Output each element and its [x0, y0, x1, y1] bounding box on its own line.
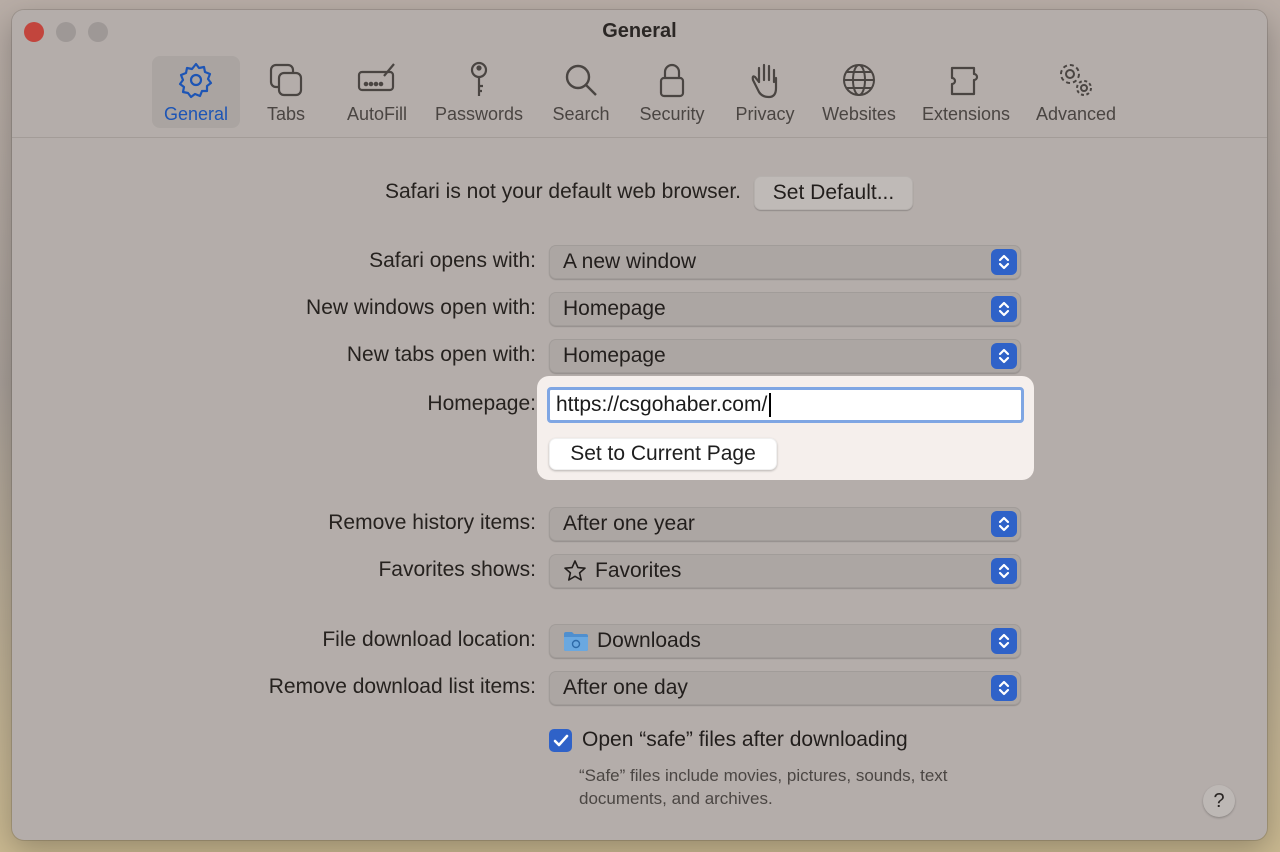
default-browser-text: Safari is not your default web browser.: [384, 180, 741, 203]
tab-label: General: [163, 104, 229, 124]
tab-label: Privacy: [735, 104, 795, 124]
remove-history-label: Remove history items:: [328, 511, 536, 534]
hand-icon: [751, 63, 778, 99]
tab-label: Extensions: [921, 104, 1011, 124]
general-pane: Safari is not your default web browser. …: [12, 138, 1267, 840]
tab-label: Tabs: [266, 104, 306, 124]
popup-value: Favorites: [563, 559, 681, 583]
popup-value: After one year: [563, 512, 695, 535]
new-tabs-label: New tabs open with:: [346, 343, 536, 366]
tab-tabs[interactable]: Tabs: [252, 56, 320, 128]
download-location-popup[interactable]: Downloads: [549, 624, 1021, 658]
tab-privacy[interactable]: Privacy: [728, 56, 802, 128]
remove-downloads-popup[interactable]: After one day: [549, 671, 1021, 705]
tab-label: Search: [552, 104, 610, 124]
favorites-shows-label: Favorites shows:: [378, 558, 536, 581]
chevron-up-down-icon: [991, 249, 1017, 275]
tab-label: Advanced: [1035, 104, 1117, 124]
puzzle-icon: [950, 66, 979, 96]
tab-label: Websites: [822, 104, 896, 124]
open-safe-files-checkbox[interactable]: [549, 729, 572, 752]
tab-passwords[interactable]: Passwords: [429, 56, 529, 128]
window-title: General: [602, 20, 677, 42]
gear-icon: [178, 62, 213, 99]
preferences-window: General General Tabs AutoFill Passwords …: [12, 10, 1267, 840]
autofill-icon: [357, 63, 395, 92]
popup-value: A new window: [563, 250, 697, 273]
remove-history-popup[interactable]: After one year: [549, 507, 1021, 541]
magnifier-icon: [565, 64, 597, 96]
tab-search[interactable]: Search: [548, 56, 614, 128]
preferences-toolbar: General Tabs AutoFill Passwords Search S…: [12, 56, 1267, 132]
popup-value: After one day: [563, 676, 688, 699]
popup-value: Downloads: [563, 629, 701, 653]
titlebar: General General Tabs AutoFill Passwords …: [12, 10, 1267, 138]
set-default-button[interactable]: Set Default...: [754, 176, 913, 210]
chevron-up-down-icon: [991, 628, 1017, 654]
set-to-current-page-button[interactable]: Set to Current Page: [549, 438, 777, 470]
new-tabs-popup[interactable]: Homepage: [549, 339, 1021, 373]
chevron-up-down-icon: [991, 558, 1017, 584]
globe-icon: [843, 64, 875, 96]
download-location-label: File download location:: [322, 628, 536, 651]
new-windows-label: New windows open with:: [306, 296, 536, 319]
chevron-up-down-icon: [991, 511, 1017, 537]
downloads-value: Downloads: [597, 629, 701, 652]
lock-icon: [659, 63, 685, 98]
safe-files-note: “Safe” files include movies, pictures, s…: [579, 766, 948, 808]
chevron-up-down-icon: [991, 675, 1017, 701]
tab-extensions[interactable]: Extensions: [916, 56, 1016, 128]
tab-label: Security: [639, 104, 705, 124]
homepage-url-input[interactable]: https://csgohaber.com/: [547, 387, 1024, 423]
homepage-url-value: https://csgohaber.com/: [556, 393, 768, 416]
tab-label: Passwords: [434, 104, 524, 124]
key-icon: [470, 61, 488, 96]
chevron-up-down-icon: [991, 296, 1017, 322]
remove-downloads-label: Remove download list items:: [268, 675, 536, 698]
text-caret: [769, 393, 772, 417]
tabs-icon: [269, 63, 303, 97]
tab-advanced[interactable]: Advanced: [1028, 56, 1124, 128]
help-button[interactable]: ?: [1203, 785, 1235, 817]
new-windows-popup[interactable]: Homepage: [549, 292, 1021, 326]
chevron-up-down-icon: [991, 343, 1017, 369]
safari-opens-label: Safari opens with:: [369, 249, 536, 272]
open-safe-files-label[interactable]: Open “safe” files after downloading: [582, 728, 908, 752]
star-icon: [564, 560, 586, 581]
homepage-label: Homepage:: [427, 392, 536, 415]
tab-general[interactable]: General: [152, 56, 240, 128]
tab-label: AutoFill: [346, 104, 408, 124]
tab-security[interactable]: Security: [634, 56, 710, 128]
gears-icon: [1060, 64, 1092, 96]
tab-autofill[interactable]: AutoFill: [338, 56, 416, 128]
checkmark-icon: [553, 734, 568, 746]
tab-websites[interactable]: Websites: [816, 56, 902, 128]
safari-opens-popup[interactable]: A new window: [549, 245, 1021, 279]
favorites-shows-popup[interactable]: Favorites: [549, 554, 1021, 588]
favorites-value: Favorites: [595, 559, 682, 582]
popup-value: Homepage: [563, 344, 666, 367]
folder-icon: [564, 632, 588, 651]
popup-value: Homepage: [563, 297, 666, 320]
